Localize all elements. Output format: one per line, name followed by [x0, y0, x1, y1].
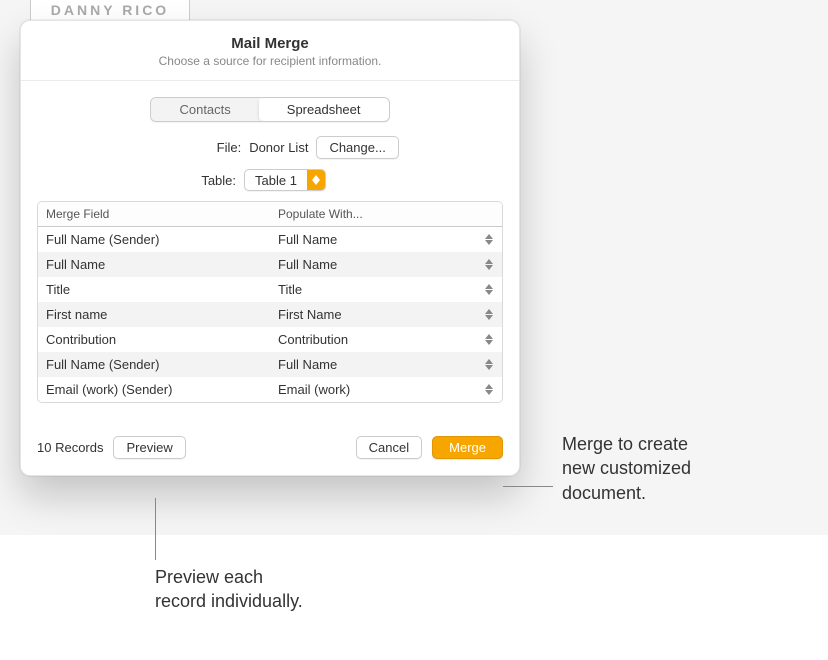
chevron-updown-icon	[484, 384, 494, 395]
source-segmented-control: Contacts Spreadsheet	[37, 97, 503, 122]
callout-text: document.	[562, 483, 646, 503]
chevron-updown-icon	[307, 170, 325, 190]
merge-field-cell: Full Name (Sender)	[38, 352, 270, 377]
file-label: File:	[141, 140, 241, 155]
chevron-updown-icon	[484, 334, 494, 345]
table-select[interactable]: Table 1	[244, 169, 326, 191]
populate-value: Contribution	[278, 332, 348, 347]
callout-text: Preview each	[155, 567, 263, 587]
callout-text: record individually.	[155, 591, 303, 611]
dialog-subtitle: Choose a source for recipient informatio…	[37, 54, 503, 68]
dialog-title: Mail Merge	[37, 35, 503, 52]
populate-value: Email (work)	[278, 382, 350, 397]
chevron-updown-icon	[484, 234, 494, 245]
merge-field-cell: Email (work) (Sender)	[38, 377, 270, 402]
tab-contacts[interactable]: Contacts	[151, 98, 258, 121]
table-label: Table:	[136, 173, 236, 188]
populate-value: Full Name	[278, 257, 337, 272]
callout-text: Merge to create	[562, 434, 688, 454]
populate-with-cell[interactable]: Contribution	[270, 327, 502, 352]
populate-value: First Name	[278, 307, 342, 322]
change-file-button[interactable]: Change...	[316, 136, 398, 159]
table-row: Full Name (Sender) Full Name	[38, 352, 502, 377]
col-merge-field: Merge Field	[38, 202, 270, 227]
populate-with-cell[interactable]: Full Name	[270, 352, 502, 377]
populate-value: Title	[278, 282, 302, 297]
cancel-button[interactable]: Cancel	[356, 436, 422, 459]
mail-merge-dialog: Mail Merge Choose a source for recipient…	[20, 20, 520, 476]
table-row: Table: Table 1	[37, 169, 503, 191]
col-populate-with: Populate With...	[270, 202, 502, 227]
populate-value: Full Name	[278, 357, 337, 372]
preview-button[interactable]: Preview	[113, 436, 185, 459]
callout-line	[503, 486, 553, 487]
populate-with-cell[interactable]: Email (work)	[270, 377, 502, 402]
chevron-updown-icon	[484, 259, 494, 270]
table-row: Contribution Contribution	[38, 327, 502, 352]
callout-merge: Merge to create new customized document.	[562, 432, 802, 505]
table-row: Title Title	[38, 277, 502, 302]
merge-fields-table: Merge Field Populate With... Full Name (…	[37, 201, 503, 403]
table-row: Email (work) (Sender) Email (work)	[38, 377, 502, 402]
populate-value: Full Name	[278, 232, 337, 247]
callout-line	[155, 498, 156, 560]
records-count: 10 Records	[37, 440, 103, 455]
file-row: File: Donor List Change...	[37, 136, 503, 159]
merge-field-cell: Full Name (Sender)	[38, 227, 270, 253]
file-value: Donor List	[249, 140, 308, 155]
chevron-updown-icon	[484, 309, 494, 320]
tab-spreadsheet[interactable]: Spreadsheet	[259, 98, 389, 121]
merge-field-cell: First name	[38, 302, 270, 327]
callout-preview: Preview each record individually.	[155, 565, 405, 614]
chevron-updown-icon	[484, 284, 494, 295]
merge-field-cell: Full Name	[38, 252, 270, 277]
dialog-body: Contacts Spreadsheet File: Donor List Ch…	[21, 81, 519, 403]
table-row: Full Name (Sender) Full Name	[38, 227, 502, 253]
populate-with-cell[interactable]: Full Name	[270, 227, 502, 253]
segmented-inner: Contacts Spreadsheet	[150, 97, 389, 122]
dialog-footer: 10 Records Preview Cancel Merge	[21, 421, 519, 475]
chevron-updown-icon	[484, 359, 494, 370]
populate-with-cell[interactable]: Title	[270, 277, 502, 302]
merge-field-cell: Title	[38, 277, 270, 302]
merge-field-cell: Contribution	[38, 327, 270, 352]
table-select-value: Table 1	[245, 171, 307, 190]
callout-text: new customized	[562, 458, 691, 478]
dialog-header: Mail Merge Choose a source for recipient…	[21, 21, 519, 81]
table-row: Full Name Full Name	[38, 252, 502, 277]
merge-button[interactable]: Merge	[432, 436, 503, 459]
populate-with-cell[interactable]: Full Name	[270, 252, 502, 277]
populate-with-cell[interactable]: First Name	[270, 302, 502, 327]
table-row: First name First Name	[38, 302, 502, 327]
